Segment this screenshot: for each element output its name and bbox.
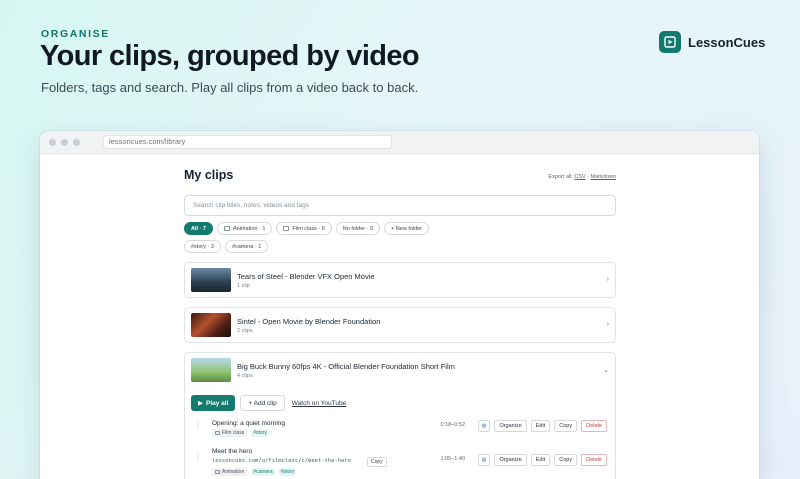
video-clip-count: 4 clips (237, 373, 253, 379)
hero-headline: Your clips, grouped by video (40, 40, 420, 72)
video-thumbnail (191, 313, 231, 337)
clip-folder-label: Film class (222, 430, 245, 436)
clip-tag: #story (278, 468, 297, 476)
organize-button[interactable]: Organize (494, 420, 527, 432)
library-content: My clips Export all: CSV · Markdown Sear… (184, 154, 616, 479)
chevron-right-icon[interactable]: › (607, 321, 609, 328)
clip-tag: #camera (251, 468, 275, 476)
clip-folder-badge: Film class (212, 429, 248, 437)
video-title: Sintel - Open Movie by Blender Foundatio… (237, 317, 381, 326)
video-thumbnail (191, 358, 231, 382)
folder-icon (215, 470, 220, 474)
clip-buttons: ◍ Organize Edit Copy Delete (477, 420, 607, 432)
browser-chrome: lessoncues.com/library (40, 131, 759, 154)
browser-window: lessoncues.com/library My clips Export a… (40, 131, 759, 479)
video-group-expanded: Big Buck Bunny 60fps 4K - Official Blend… (184, 352, 616, 479)
filter-film-class[interactable]: Film class · 6 (276, 222, 332, 235)
video-group[interactable]: Sintel - Open Movie by Blender Foundatio… (184, 307, 616, 343)
folder-icon (223, 226, 230, 231)
clip-share-url: lessoncues.com/u/filmclass/c/meet-the-he… (212, 458, 352, 464)
clip-tags: Animation #camera #story (212, 468, 297, 476)
watch-on-youtube-link[interactable]: Watch on YouTube (292, 400, 346, 407)
clip-folder-label: Animation (222, 469, 245, 475)
brand: LessonCues (659, 31, 765, 53)
clip-time-range: 1:05–1:40 (440, 456, 465, 462)
window-dot-icon (61, 138, 68, 146)
video-title: Big Buck Bunny 60fps 4K - Official Blend… (237, 362, 455, 371)
folder-icon (283, 226, 290, 231)
clip-folder-badge: Animation (212, 468, 248, 476)
brand-name: LessonCues (688, 34, 766, 50)
tag-filters: #story · 3 #camera · 1 (184, 240, 616, 253)
clip-title: Opening: a quiet morning (212, 420, 285, 427)
clip-tags: Film class #story (212, 429, 269, 437)
filter-animation-label: Animation · 1 (232, 225, 266, 232)
play-all-label: Play all (206, 399, 229, 407)
folder-icon (215, 431, 220, 435)
video-clip-count: 1 clip (237, 283, 250, 289)
eyebrow-label: ORGANISE (41, 28, 110, 40)
export-separator: · (587, 174, 590, 180)
filter-animation[interactable]: Animation · 1 (216, 222, 273, 235)
page-title: My clips (184, 168, 234, 182)
edit-button[interactable]: Edit (530, 420, 551, 432)
window-dot-icon (73, 138, 80, 146)
delete-button[interactable]: Delete (581, 454, 607, 466)
export-csv-link[interactable]: CSV (574, 174, 585, 180)
delete-button[interactable]: Delete (581, 420, 607, 432)
clip-time-range: 0:18–0:52 (440, 422, 465, 428)
play-icon: ▶ (198, 400, 203, 407)
drag-handle-icon[interactable]: ⋮ ⋮ (195, 453, 201, 463)
search-input[interactable]: Search clip titles, notes, videos and ta… (184, 195, 616, 216)
export-links: Export all: CSV · Markdown (548, 174, 616, 180)
clip-tag: #story (251, 429, 269, 437)
chevron-down-icon[interactable]: ⌄ (603, 366, 609, 374)
globe-icon[interactable]: ◍ (477, 420, 491, 432)
video-clip-count: 2 clips (237, 328, 253, 334)
copy-url-button[interactable]: Copy (367, 457, 387, 467)
chevron-right-icon[interactable]: › (607, 276, 609, 283)
filter-no-folder[interactable]: No folder · 0 (335, 222, 381, 235)
brand-logo-icon (659, 31, 681, 53)
copy-button[interactable]: Copy (554, 454, 578, 466)
folder-filters: All · 7 Animation · 1 Film class · 6 No … (184, 222, 616, 235)
video-title: Tears of Steel - Blender VFX Open Movie (237, 272, 375, 281)
hero-subhead: Folders, tags and search. Play all clips… (41, 80, 419, 95)
filter-tag-camera[interactable]: #camera · 1 (224, 240, 269, 253)
filter-all[interactable]: All · 7 (184, 222, 213, 235)
window-dot-icon (49, 138, 56, 146)
play-all-button[interactable]: ▶ Play all (191, 395, 236, 411)
filter-film-class-label: Film class · 6 (292, 225, 325, 232)
address-bar[interactable]: lessoncues.com/library (103, 135, 392, 149)
drag-handle-icon[interactable]: ⋮ ⋮ (195, 421, 201, 431)
export-markdown-link[interactable]: Markdown (591, 174, 616, 180)
export-label: Export all: (548, 174, 573, 180)
clip-buttons: ◍ Organize Edit Copy Delete (477, 454, 607, 466)
video-group[interactable]: Tears of Steel - Blender VFX Open Movie … (184, 262, 616, 298)
video-thumbnail (191, 268, 231, 292)
new-folder-button[interactable]: + New folder (384, 222, 430, 235)
organize-button[interactable]: Organize (494, 454, 527, 466)
copy-button[interactable]: Copy (554, 420, 578, 432)
globe-icon[interactable]: ◍ (477, 454, 491, 466)
clip-title: Meet the hero (212, 448, 253, 455)
edit-button[interactable]: Edit (530, 454, 551, 466)
filter-tag-story[interactable]: #story · 3 (184, 240, 221, 253)
add-clip-button[interactable]: + Add clip (240, 395, 285, 411)
video-actions: ▶ Play all + Add clip Watch on YouTube (191, 395, 346, 411)
